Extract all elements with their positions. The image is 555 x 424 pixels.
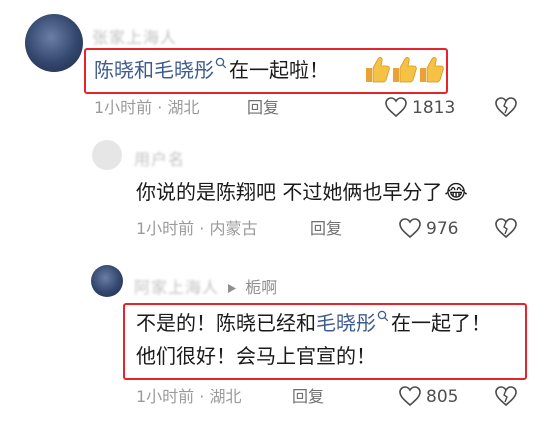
search-icon[interactable]	[377, 310, 389, 322]
laughing-emoji: 😂	[444, 180, 468, 204]
topic-link[interactable]: 毛晓彤	[316, 311, 376, 335]
search-icon[interactable]	[215, 57, 227, 69]
separator: ·	[199, 219, 205, 238]
comment-meta: 1小时前 · 内蒙古	[136, 219, 257, 239]
like-count: 805	[426, 387, 459, 407]
comment-body: 在一起啦！	[229, 58, 329, 82]
dislike-button[interactable]	[494, 217, 518, 239]
reply-header: 阿家上海人 栀啊	[134, 274, 277, 298]
separator: ·	[199, 387, 205, 406]
broken-heart-icon[interactable]	[494, 96, 518, 118]
avatar[interactable]	[25, 14, 83, 72]
topic-link[interactable]: 陈晓和毛晓彤	[94, 58, 214, 82]
timestamp: 1小时前	[94, 98, 153, 117]
comment-meta: 1小时前 · 湖北	[94, 98, 199, 118]
avatar[interactable]	[92, 140, 122, 170]
username[interactable]: 张家上海人	[92, 24, 177, 48]
username[interactable]: 用户名	[134, 146, 185, 170]
location: 湖北	[209, 387, 242, 406]
broken-heart-icon[interactable]	[494, 217, 518, 239]
like-button[interactable]	[398, 385, 422, 407]
reply-button[interactable]: 回复	[310, 219, 342, 239]
broken-heart-icon[interactable]	[494, 385, 518, 407]
timestamp: 1小时前	[136, 219, 195, 238]
comment-body: 在一起了！	[391, 311, 491, 335]
comment-meta: 1小时前 · 湖北	[136, 387, 241, 407]
comment-text: 不是的！陈晓已经和毛晓彤 在一起了！	[136, 309, 491, 337]
avatar[interactable]	[91, 265, 123, 297]
like-button[interactable]	[398, 217, 422, 239]
like-count: 1813	[412, 98, 456, 118]
timestamp: 1小时前	[136, 387, 195, 406]
like-button[interactable]	[384, 96, 408, 118]
dislike-button[interactable]	[494, 385, 518, 407]
like-count: 976	[426, 219, 459, 239]
heart-outline-icon[interactable]	[384, 96, 408, 118]
separator: ·	[157, 98, 163, 117]
comment-body: 你说的是陈翔吧 不过她俩也早分了	[136, 180, 443, 204]
location: 内蒙古	[209, 219, 258, 238]
username[interactable]: 阿家上海人	[134, 278, 219, 297]
heart-outline-icon[interactable]	[398, 217, 422, 239]
comment-text: 陈晓和毛晓彤 在一起啦！	[94, 56, 329, 84]
comment-text-line2: 他们很好！会马上官宣的！	[136, 344, 376, 368]
comment-text: 你说的是陈翔吧 不过她俩也早分了 😂	[136, 178, 468, 206]
play-triangle-icon	[227, 283, 237, 294]
heart-outline-icon[interactable]	[398, 385, 422, 407]
thumbs-up-emoji	[362, 54, 444, 86]
reply-button[interactable]: 回复	[292, 387, 324, 407]
reply-button[interactable]: 回复	[247, 98, 279, 118]
location: 湖北	[167, 98, 200, 117]
dislike-button[interactable]	[494, 96, 518, 118]
reply-to-user[interactable]: 栀啊	[245, 278, 277, 297]
comment-body: 不是的！陈晓已经和	[136, 311, 316, 335]
